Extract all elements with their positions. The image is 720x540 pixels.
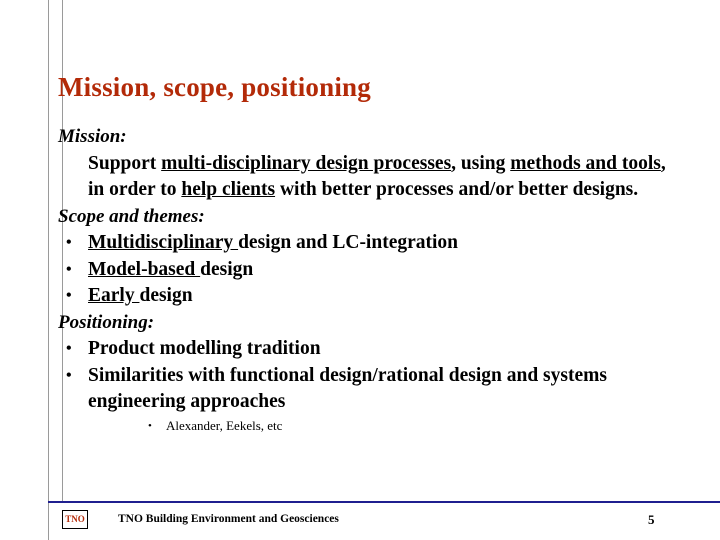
scope-item-1-rest: design bbox=[200, 258, 254, 280]
bullet-icon: • bbox=[66, 234, 72, 251]
list-item: • Model-based design bbox=[58, 257, 668, 284]
bullet-icon: • bbox=[66, 260, 72, 278]
slide-body: Mission: Support multi-disciplinary desi… bbox=[58, 124, 668, 436]
footer-divider bbox=[48, 501, 720, 503]
mission-text-1: Support bbox=[88, 152, 162, 174]
scope-item-0-underlined: Multidisciplinary bbox=[88, 232, 239, 253]
list-item: • Multidisciplinary design and LC-integra… bbox=[58, 230, 668, 257]
positioning-item-0: Product modelling tradition bbox=[88, 338, 321, 359]
page-title: Mission, scope, positioning bbox=[58, 72, 371, 102]
mission-underline-2: methods and tools bbox=[510, 152, 661, 174]
slide: Mission, scope, positioning Mission: Sup… bbox=[0, 0, 720, 540]
sub-item-text: Alexander, Eekels, etc bbox=[166, 417, 283, 433]
bullet-icon: • bbox=[148, 419, 152, 432]
scope-item-0-rest: design and LC-integration bbox=[238, 232, 459, 253]
mission-underline-1: multi-disciplinary design processes bbox=[161, 152, 452, 174]
footer-text: TNO Building Environment and Geosciences bbox=[118, 513, 339, 525]
scope-heading: Scope and themes: bbox=[58, 205, 205, 227]
sub-list-item: • Alexander, Eekels, etc bbox=[148, 416, 668, 436]
scope-item-2-rest: design bbox=[139, 285, 193, 306]
list-item: • Early design bbox=[58, 283, 668, 310]
mission-underline-3: help clients bbox=[181, 179, 276, 200]
left-vertical-rule-outer bbox=[48, 0, 49, 540]
scope-item-2-underlined: Early bbox=[88, 285, 140, 306]
list-item: • Product modelling tradition bbox=[58, 336, 668, 363]
bullet-icon: • bbox=[66, 340, 72, 357]
positioning-item-1: Similarities with functional design/rati… bbox=[88, 364, 607, 413]
list-item: • Similarities with functional design/rat… bbox=[58, 363, 668, 416]
mission-paragraph: Support multi-disciplinary design proces… bbox=[88, 151, 668, 204]
tno-logo: TNO bbox=[62, 510, 88, 529]
mission-text-2: , using bbox=[451, 152, 511, 174]
mission-text-4: with better processes and/or better desi… bbox=[275, 179, 639, 200]
mission-heading: Mission: bbox=[58, 126, 127, 147]
scope-item-1-underlined: Model-based bbox=[88, 258, 201, 280]
bullet-icon: • bbox=[66, 366, 72, 384]
positioning-heading: Positioning: bbox=[58, 311, 155, 333]
page-number: 5 bbox=[648, 512, 655, 527]
bullet-icon: • bbox=[66, 287, 72, 304]
